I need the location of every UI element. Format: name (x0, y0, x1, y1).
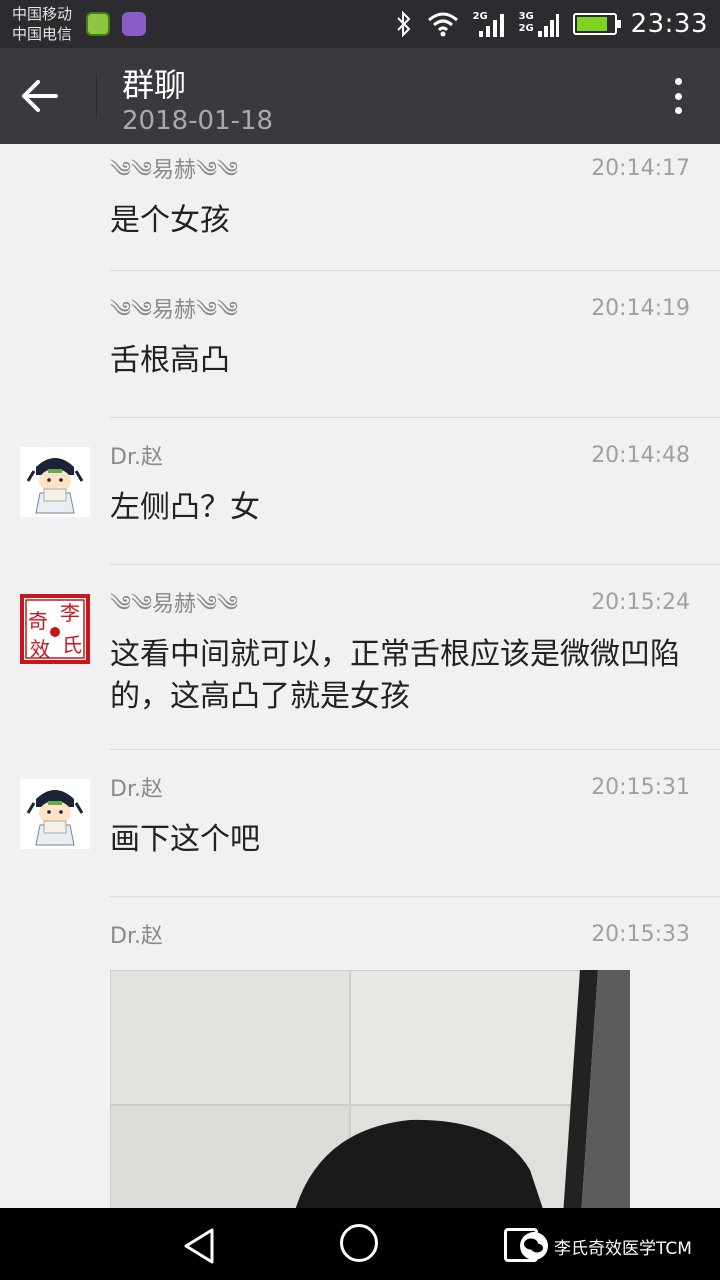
message-time: 20:15:31 (591, 775, 690, 800)
message-item[interactable]: Dr.赵 20:14:48 左侧凸？女 (0, 417, 720, 565)
message-list[interactable]: ༄༄易赫༄༄ 20:14:17 是个女孩 ༄༄易赫༄༄ 20:14:19 舌根高… (0, 144, 720, 1208)
dot-icon (674, 92, 682, 100)
page-title: 群聊 (122, 66, 187, 104)
app-notification-icon (86, 12, 110, 36)
nav-back-button[interactable] (180, 1226, 220, 1270)
li-shi-logo-avatar-icon: 奇 李 效 氏 (20, 594, 90, 664)
signal-2: 3G 2G (519, 9, 559, 39)
watermark-text: 李氏奇效医学TCM (554, 1238, 692, 1259)
message-item[interactable]: ༄༄易赫༄༄ 20:14:17 是个女孩 (0, 144, 720, 271)
message-text: 是个女孩 (110, 203, 230, 238)
triangle-back-icon (184, 1228, 214, 1264)
nav-home-button[interactable] (340, 1224, 378, 1262)
message-item[interactable]: 奇 李 效 氏 ༄༄易赫༄༄ 20:15:24 这看中间就可以，正常舌根应该是微… (0, 564, 720, 750)
avatar-yihe[interactable]: 奇 李 效 氏 (20, 594, 90, 664)
gallery-notification-icon (122, 12, 146, 36)
clock: 23:33 (630, 9, 708, 39)
carrier-1: 中国移动 (12, 5, 73, 23)
wechat-icon (520, 1232, 548, 1260)
battery-icon (572, 13, 621, 35)
message-time: 20:14:17 (591, 156, 690, 181)
back-button[interactable] (20, 72, 76, 120)
dot-icon (674, 78, 682, 85)
header-divider (96, 74, 97, 118)
message-time: 20:15:33 (591, 922, 690, 947)
carrier-labels: 中国移动 中国电信 (12, 4, 72, 44)
arrow-left-icon (22, 80, 58, 112)
svg-text:李: 李 (60, 601, 80, 625)
status-indicators: 2G 3G 2G 23:33 (395, 0, 708, 48)
message-time: 20:14:19 (591, 296, 690, 321)
cartoon-doctor-avatar-icon (20, 779, 90, 849)
more-options-button[interactable] (666, 74, 690, 118)
message-time: 20:14:48 (591, 443, 690, 468)
message-photo[interactable] (110, 970, 630, 1208)
dot-icon (674, 107, 682, 114)
page-subtitle: 2018-01-18 (122, 106, 274, 136)
signal-bars-2-icon (537, 14, 559, 37)
message-text: 这看中间就可以，正常舌根应该是微微凹陷的，这高凸了就是女孩 (110, 637, 680, 714)
message-text: 左侧凸？女 (110, 490, 260, 525)
watermark: 李氏奇效医学TCM (520, 1230, 692, 1262)
bluetooth-icon (396, 11, 410, 37)
cartoon-doctor-avatar-icon (20, 447, 90, 517)
avatar-dr-zhao[interactable] (20, 447, 90, 517)
svg-text:效: 效 (30, 637, 50, 661)
svg-text:奇: 奇 (28, 609, 48, 633)
photo-image (110, 970, 630, 1208)
chat-header: 群聊 2018-01-18 (0, 48, 720, 144)
message-text: 画下这个吧 (110, 822, 260, 857)
signal-bars-icon (478, 14, 504, 37)
signal-1: 2G (473, 9, 505, 39)
status-bar: 中国移动 中国电信 2G 3G 2G 23:33 (0, 0, 720, 48)
message-item[interactable]: ༄༄易赫༄༄ 20:14:19 舌根高凸 (0, 270, 720, 418)
message-item[interactable]: Dr.赵 20:15:33 (0, 896, 720, 1208)
wifi-icon (427, 12, 458, 37)
carrier-2: 中国电信 (12, 25, 73, 43)
message-text: 舌根高凸 (110, 343, 230, 378)
message-time: 20:15:24 (591, 590, 690, 615)
system-nav-bar: 李氏奇效医学TCM (0, 1208, 720, 1280)
svg-text:氏: 氏 (62, 633, 82, 657)
avatar-dr-zhao[interactable] (20, 779, 90, 849)
message-item[interactable]: Dr.赵 20:15:31 画下这个吧 (0, 749, 720, 897)
